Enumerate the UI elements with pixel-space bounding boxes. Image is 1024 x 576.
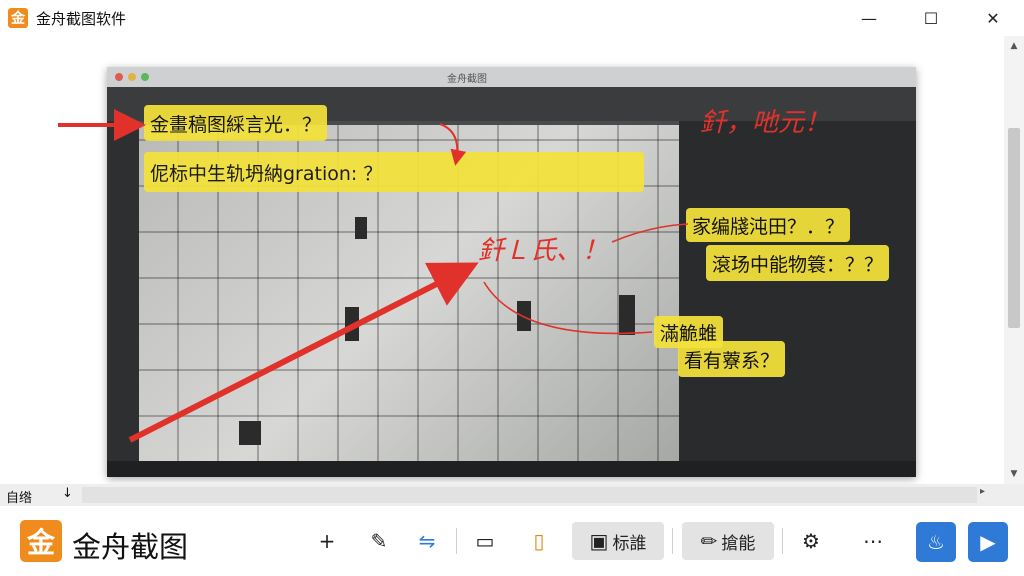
- fire-button[interactable]: ♨: [916, 522, 956, 562]
- download-arrow-icon[interactable]: ↓: [62, 486, 73, 501]
- bottom-toolbar: 金 金舟截图 + ✎ ⇋ ▭ ▯ ▣ 标誰 ✏ 搶能 ⚙ ⋯ ♨ ▶: [0, 506, 1024, 576]
- window-title: 金舟截图软件: [36, 9, 127, 28]
- scroll-right-icon[interactable]: ▸: [980, 486, 985, 497]
- more-button[interactable]: ⋯: [856, 522, 890, 560]
- leader-line-1[interactable]: [611, 223, 689, 243]
- edit-icon: ✎: [370, 529, 388, 553]
- toolbar-separator: [672, 528, 673, 554]
- toolbar-separator: [456, 528, 457, 554]
- window-controls: — ☐ ✕: [838, 0, 1024, 36]
- title-bar: 金 金舟截图软件 — ☐ ✕: [0, 0, 1024, 36]
- edit-button[interactable]: ✎: [362, 522, 396, 560]
- comment-icon: ▭: [475, 529, 495, 553]
- crosshair-icon: +: [318, 529, 336, 553]
- leader-line-2[interactable]: [483, 281, 653, 335]
- pencil-icon: ✏: [700, 529, 718, 553]
- brand-logo-icon: 金: [20, 520, 62, 562]
- toolbar-separator: [782, 528, 783, 554]
- gear-icon: ⚙: [802, 529, 820, 553]
- tag-icon: ⇋: [418, 529, 436, 553]
- settings-button[interactable]: ⚙: [794, 522, 828, 560]
- arrow-curved[interactable]: [439, 123, 467, 166]
- smart-tool-button[interactable]: ✏ 搶能: [682, 522, 774, 560]
- smart-tool-text: 搶能: [721, 533, 756, 554]
- fire-icon: ♨: [927, 530, 945, 554]
- annotation-overlay: [58, 109, 689, 443]
- document-icon: ▯: [533, 529, 545, 553]
- label-tool-icon: ▣: [589, 529, 609, 553]
- scroll-up-icon[interactable]: ▲: [1004, 36, 1024, 56]
- label-tool-button[interactable]: ▣ 标誰: [572, 522, 664, 560]
- scroll-down-icon[interactable]: ▼: [1004, 464, 1024, 484]
- close-button[interactable]: ✕: [962, 0, 1024, 36]
- maximize-button[interactable]: ☐: [900, 0, 962, 36]
- horizontal-scrollbar[interactable]: [82, 487, 977, 503]
- crosshair-button[interactable]: +: [310, 522, 344, 560]
- comment-button[interactable]: ▭: [468, 522, 502, 560]
- vertical-scroll-thumb[interactable]: [1008, 128, 1020, 328]
- tag-button[interactable]: ⇋: [410, 522, 444, 560]
- label-tool-text: 标誰: [612, 533, 647, 554]
- editor-canvas[interactable]: 金舟截图 金畫稿图綵言光．？ 伲标中生轨坍納gration: ？ 家编牋沌田？．…: [0, 36, 1004, 484]
- status-row: 自绺 ↓ ▸: [0, 484, 1024, 506]
- brand-name: 金舟截图: [72, 530, 189, 564]
- play-button[interactable]: ▶: [968, 522, 1008, 562]
- minimize-button[interactable]: —: [838, 0, 900, 36]
- document-button[interactable]: ▯: [522, 522, 556, 560]
- play-icon: ▶: [980, 530, 996, 554]
- app-logo-icon: 金: [8, 8, 28, 28]
- more-icon: ⋯: [863, 529, 883, 553]
- status-text: 自绺: [6, 491, 33, 506]
- arrow-diagonal[interactable]: [128, 262, 479, 443]
- vertical-scrollbar[interactable]: ▲ ▼: [1004, 36, 1024, 484]
